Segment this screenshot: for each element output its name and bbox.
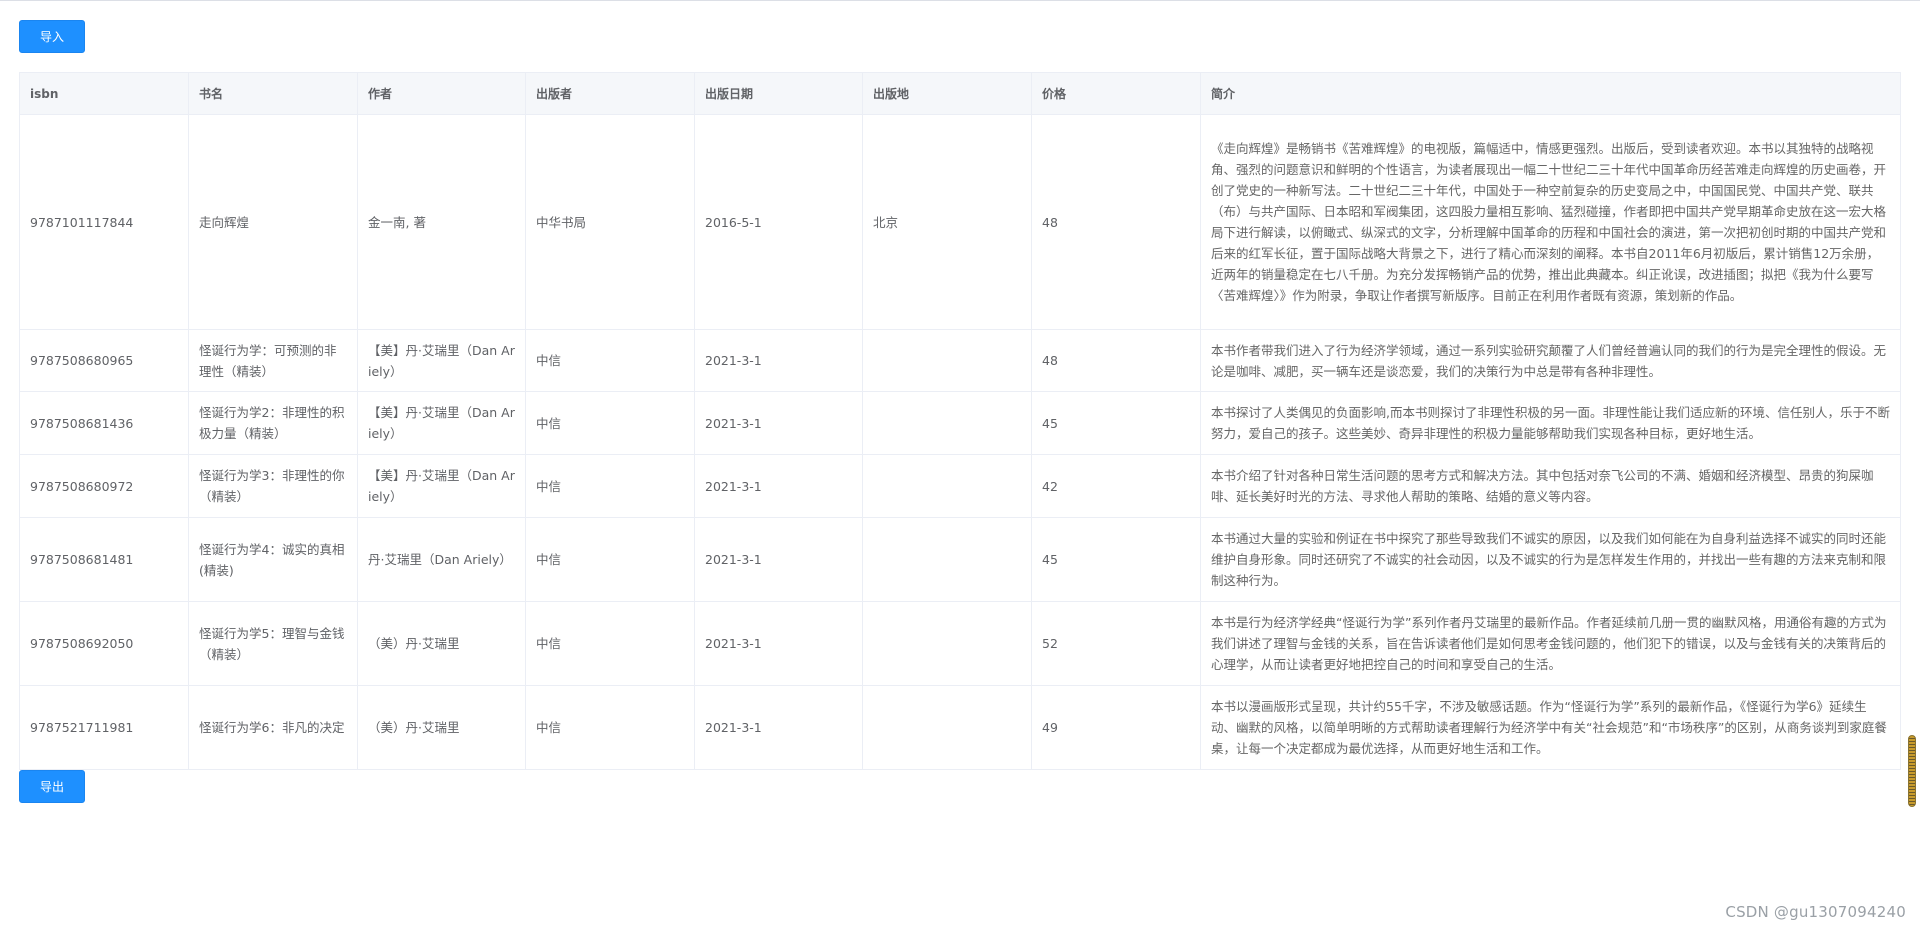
cell-price: 42	[1031, 454, 1201, 518]
cell-isbn: 9787508681436	[19, 391, 189, 455]
column-header-description[interactable]: 简介	[1200, 72, 1901, 115]
cell-date: 2021-3-1	[694, 454, 863, 518]
cell-author: 【美】丹·艾瑞里（Dan Ariely）	[357, 391, 526, 455]
cell-title: 怪诞行为学6：非凡的决定	[188, 685, 358, 770]
cell-date: 2021-3-1	[694, 391, 863, 455]
cell-price: 48	[1031, 114, 1201, 330]
cell-place	[862, 601, 1032, 686]
cell-author: （美）丹·艾瑞里	[357, 685, 526, 770]
column-header-isbn[interactable]: isbn	[19, 72, 189, 115]
cell-isbn: 9787521711981	[19, 685, 189, 770]
cell-description: 本书探讨了人类偶见的负面影响,而本书则探讨了非理性积极的另一面。非理性能让我们适…	[1200, 391, 1901, 455]
cell-author: （美）丹·艾瑞里	[357, 601, 526, 686]
cell-publisher: 中华书局	[525, 114, 695, 330]
cell-description: 本书以漫画版形式呈现，共计约55千字，不涉及敏感话题。作为“怪诞行为学”系列的最…	[1200, 685, 1901, 770]
table-row[interactable]: 9787508680972 怪诞行为学3：非理性的你（精装） 【美】丹·艾瑞里（…	[19, 454, 1901, 518]
column-header-place[interactable]: 出版地	[862, 72, 1032, 115]
table-row[interactable]: 9787508692050 怪诞行为学5：理智与金钱（精装） （美）丹·艾瑞里 …	[19, 601, 1901, 686]
books-table: isbn 书名 作者 出版者 出版日期 出版地 价格 简介 9787101117…	[19, 72, 1901, 770]
cell-price: 45	[1031, 391, 1201, 455]
cell-publisher: 中信	[525, 454, 695, 518]
cell-title: 怪诞行为学5：理智与金钱（精装）	[188, 601, 358, 686]
cell-place: 北京	[862, 114, 1032, 330]
cell-isbn: 9787508680972	[19, 454, 189, 518]
table-row[interactable]: 9787508680965 怪诞行为学：可预测的非理性（精装） 【美】丹·艾瑞里…	[19, 329, 1901, 392]
cell-description: 本书是行为经济学经典“怪诞行为学”系列作者丹艾瑞里的最新作品。作者延续前几册一贯…	[1200, 601, 1901, 686]
column-header-date[interactable]: 出版日期	[694, 72, 863, 115]
cell-title: 怪诞行为学3：非理性的你（精装）	[188, 454, 358, 518]
cell-description: 本书作者带我们进入了行为经济学领域，通过一系列实验研究颠覆了人们曾经普遍认同的我…	[1200, 329, 1901, 392]
watermark: CSDN @gu1307094240	[1725, 903, 1906, 921]
column-header-title[interactable]: 书名	[188, 72, 358, 115]
cell-publisher: 中信	[525, 329, 695, 392]
column-header-publisher[interactable]: 出版者	[525, 72, 695, 115]
top-divider	[0, 0, 1920, 1]
cell-publisher: 中信	[525, 685, 695, 770]
export-button[interactable]: 导出	[19, 770, 85, 803]
cell-date: 2021-3-1	[694, 601, 863, 686]
cell-date: 2021-3-1	[694, 685, 863, 770]
table-row[interactable]: 9787508681436 怪诞行为学2：非理性的积极力量（精装） 【美】丹·艾…	[19, 391, 1901, 455]
cell-author: 【美】丹·艾瑞里（Dan Ariely）	[357, 454, 526, 518]
cell-isbn: 9787508680965	[19, 329, 189, 392]
cell-title: 走向辉煌	[188, 114, 358, 330]
scrollbar-thumb[interactable]	[1908, 735, 1916, 807]
cell-title: 怪诞行为学4：诚实的真相(精装)	[188, 517, 358, 602]
table-row[interactable]: 9787521711981 怪诞行为学6：非凡的决定 （美）丹·艾瑞里 中信 2…	[19, 685, 1901, 770]
cell-isbn: 9787101117844	[19, 114, 189, 330]
cell-publisher: 中信	[525, 601, 695, 686]
cell-price: 45	[1031, 517, 1201, 602]
cell-title: 怪诞行为学2：非理性的积极力量（精装）	[188, 391, 358, 455]
cell-place	[862, 685, 1032, 770]
cell-title: 怪诞行为学：可预测的非理性（精装）	[188, 329, 358, 392]
cell-price: 52	[1031, 601, 1201, 686]
cell-description: 《走向辉煌》是畅销书《苦难辉煌》的电视版，篇幅适中，情感更强烈。出版后，受到读者…	[1200, 114, 1901, 330]
cell-author: 【美】丹·艾瑞里（Dan Ariely）	[357, 329, 526, 392]
cell-date: 2021-3-1	[694, 517, 863, 602]
cell-place	[862, 454, 1032, 518]
cell-publisher: 中信	[525, 391, 695, 455]
cell-date: 2016-5-1	[694, 114, 863, 330]
column-header-price[interactable]: 价格	[1031, 72, 1201, 115]
cell-place	[862, 517, 1032, 602]
cell-date: 2021-3-1	[694, 329, 863, 392]
cell-price: 49	[1031, 685, 1201, 770]
cell-author: 丹·艾瑞里（Dan Ariely）	[357, 517, 526, 602]
cell-description: 本书通过大量的实验和例证在书中探究了那些导致我们不诚实的原因，以及我们如何能在为…	[1200, 517, 1901, 602]
cell-publisher: 中信	[525, 517, 695, 602]
cell-place	[862, 391, 1032, 455]
table-row[interactable]: 9787101117844 走向辉煌 金一南, 著 中华书局 2016-5-1 …	[19, 114, 1901, 330]
table-header-row: isbn 书名 作者 出版者 出版日期 出版地 价格 简介	[19, 72, 1901, 115]
cell-place	[862, 329, 1032, 392]
cell-price: 48	[1031, 329, 1201, 392]
column-header-author[interactable]: 作者	[357, 72, 526, 115]
table-row[interactable]: 9787508681481 怪诞行为学4：诚实的真相(精装) 丹·艾瑞里（Dan…	[19, 517, 1901, 602]
cell-isbn: 9787508681481	[19, 517, 189, 602]
cell-isbn: 9787508692050	[19, 601, 189, 686]
cell-author: 金一南, 著	[357, 114, 526, 330]
import-button[interactable]: 导入	[19, 20, 85, 53]
cell-description: 本书介绍了针对各种日常生活问题的思考方式和解决方法。其中包括对奈飞公司的不满、婚…	[1200, 454, 1901, 518]
